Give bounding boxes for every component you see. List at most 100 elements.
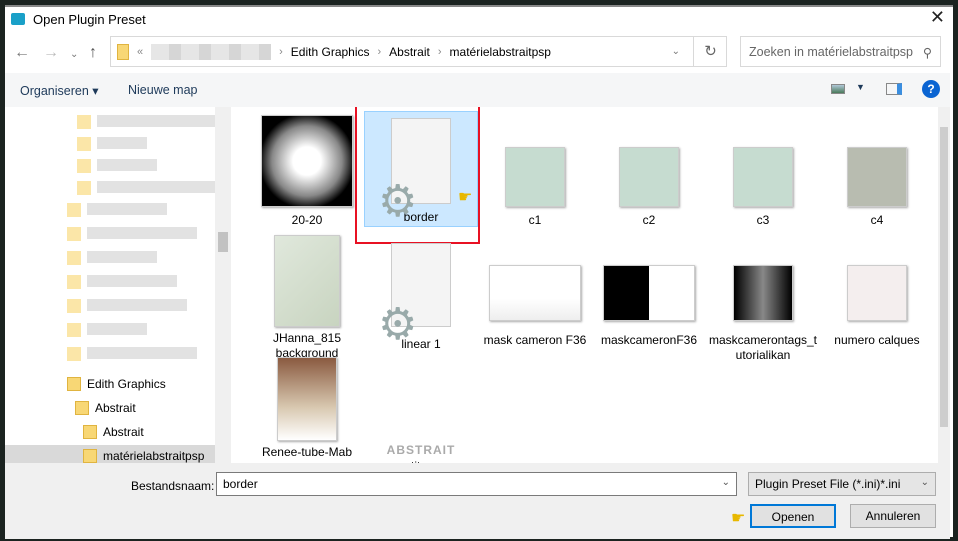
gear-icon: ⚙	[378, 300, 418, 349]
blurred-tree-item	[77, 159, 157, 173]
file-item[interactable]: JHanna_815 background	[250, 235, 364, 361]
preview-pane-icon[interactable]	[886, 83, 902, 95]
folder-icon	[83, 425, 97, 439]
open-button[interactable]: Openen	[750, 504, 836, 528]
pointer-hand-icon: ☛	[731, 510, 746, 527]
new-folder-button[interactable]: Nieuwe map	[128, 83, 197, 97]
chevron-down-icon[interactable]: ⌄	[921, 477, 929, 488]
file-name: c4	[870, 213, 884, 227]
organize-menu[interactable]: Organiseren ▾	[20, 83, 99, 98]
thumbnail	[733, 265, 793, 321]
thumbnail	[603, 265, 695, 321]
breadcrumb-edith[interactable]: Edith Graphics	[291, 45, 370, 59]
file-item[interactable]: Renee-tube-Mab	[250, 357, 364, 460]
file-name: numero calques	[834, 333, 920, 347]
navigation-pane: Edith Graphics Abstrait Abstrait matérie…	[5, 107, 231, 467]
blurred-tree-item	[77, 115, 217, 129]
thumbnail	[619, 147, 679, 207]
refresh-button[interactable]: ↻	[693, 36, 727, 67]
forward-icon[interactable]: →	[43, 44, 59, 62]
search-placeholder: Zoeken in matérielabstraitpsp	[749, 45, 913, 59]
filetype-value: Plugin Preset File (*.ini)*.ini	[755, 477, 901, 491]
file-item[interactable]: c4	[820, 147, 934, 228]
nav-scrollbar[interactable]	[215, 107, 231, 463]
cancel-button[interactable]: Annuleren	[850, 504, 936, 528]
pointer-hand-icon: ☛	[458, 189, 473, 206]
file-name: c3	[756, 213, 770, 227]
folder-icon	[83, 449, 97, 463]
address-dropdown-icon[interactable]: ⌄	[672, 46, 680, 57]
breadcrumb-abstrait[interactable]: Abstrait	[389, 45, 430, 59]
file-grid: 20-20 ⚙ border ☛ c1 c2 c3 c4 JHanna_815 b…	[240, 107, 938, 463]
window-title: Open Plugin Preset	[33, 12, 146, 27]
tree-item-label: Abstrait	[95, 401, 136, 415]
breadcrumb-overflow[interactable]: «	[137, 46, 143, 58]
search-icon: ⚲	[922, 46, 932, 60]
thumbnail	[277, 357, 337, 441]
blurred-tree-item	[67, 251, 157, 265]
up-icon[interactable]: ↑	[89, 44, 97, 62]
filename-value: border	[223, 477, 258, 491]
blurred-tree-item	[67, 203, 167, 217]
file-item[interactable]: c2	[592, 147, 706, 228]
file-item[interactable]: c3	[706, 147, 820, 228]
tree-item-label: Abstrait	[103, 425, 144, 439]
search-input[interactable]: Zoeken in matérielabstraitpsp ⚲	[740, 36, 941, 67]
nav-scrollbar-thumb[interactable]	[218, 232, 228, 252]
tree-item-abstrait[interactable]: Abstrait	[75, 397, 136, 419]
file-item[interactable]: 20-20	[250, 115, 364, 228]
blurred-tree-item	[77, 137, 147, 151]
file-name: c1	[528, 213, 542, 227]
blurred-tree-item	[67, 323, 147, 337]
blurred-tree-item	[77, 181, 217, 195]
blurred-tree-item	[67, 275, 177, 289]
file-item[interactable]: maskcameronF36	[592, 265, 706, 348]
thumbnail	[261, 115, 353, 207]
thumbnail: ABSTRAIT	[386, 443, 456, 457]
tree-item-edith-graphics[interactable]: Edith Graphics	[67, 373, 166, 395]
close-button[interactable]: ✕	[930, 7, 945, 28]
view-dropdown-icon[interactable]: ▼	[856, 82, 865, 92]
tree-item-label: matérielabstraitpsp	[103, 449, 205, 463]
address-bar[interactable]: « › Edith Graphics › Abstrait › matérielabs…	[110, 36, 727, 67]
breadcrumb-separator: ›	[437, 45, 442, 58]
tree-item-label: Edith Graphics	[87, 377, 166, 391]
file-item[interactable]: ⚙ linear 1	[364, 243, 478, 352]
filename-input[interactable]: border ⌄	[216, 472, 737, 496]
file-item[interactable]: numero calques	[820, 265, 934, 348]
open-dialog: Open Plugin Preset ✕ ← → ⌄ ↑ « › Edith Gr…	[5, 5, 953, 539]
breadcrumb-separator: ›	[279, 45, 283, 58]
file-item[interactable]: ABSTRAITtitre	[364, 443, 478, 463]
blurred-tree-item	[67, 227, 197, 241]
thumbnail	[847, 147, 907, 207]
folder-icon	[67, 377, 81, 391]
breadcrumb-current[interactable]: matérielabstraitpsp	[450, 45, 551, 59]
folder-icon	[117, 43, 129, 60]
highlight-box	[355, 107, 480, 244]
help-icon[interactable]: ?	[922, 80, 940, 98]
tree-item-abstrait-sub[interactable]: Abstrait	[83, 421, 144, 443]
thumbnail	[505, 147, 565, 207]
recent-dropdown-icon[interactable]: ⌄	[70, 49, 78, 60]
file-name: maskcamerontags_tutorialikan	[708, 333, 818, 362]
file-icon: ⚙	[378, 243, 451, 347]
thumbnail	[489, 265, 581, 321]
blurred-tree-item	[67, 299, 187, 313]
file-item[interactable]: mask cameron F36	[478, 265, 592, 348]
file-name: maskcameronF36	[600, 333, 698, 347]
chevron-down-icon[interactable]: ⌄	[722, 477, 730, 488]
breadcrumb-separator: ›	[377, 45, 382, 58]
grid-scrollbar-thumb[interactable]	[940, 127, 948, 427]
thumbnail	[733, 147, 793, 207]
filename-label: Bestandsnaam:	[131, 479, 215, 493]
file-name: c2	[642, 213, 656, 227]
file-name: mask cameron F36	[483, 333, 587, 347]
filetype-select[interactable]: Plugin Preset File (*.ini)*.ini ⌄	[748, 472, 936, 496]
view-icon[interactable]	[831, 84, 845, 94]
file-name: 20-20	[291, 213, 323, 227]
blurred-tree-item	[67, 347, 197, 361]
thumbnail	[847, 265, 907, 321]
back-icon[interactable]: ←	[14, 44, 30, 62]
file-item[interactable]: c1	[478, 147, 592, 228]
file-item[interactable]: maskcamerontags_tutorialikan	[706, 265, 820, 363]
